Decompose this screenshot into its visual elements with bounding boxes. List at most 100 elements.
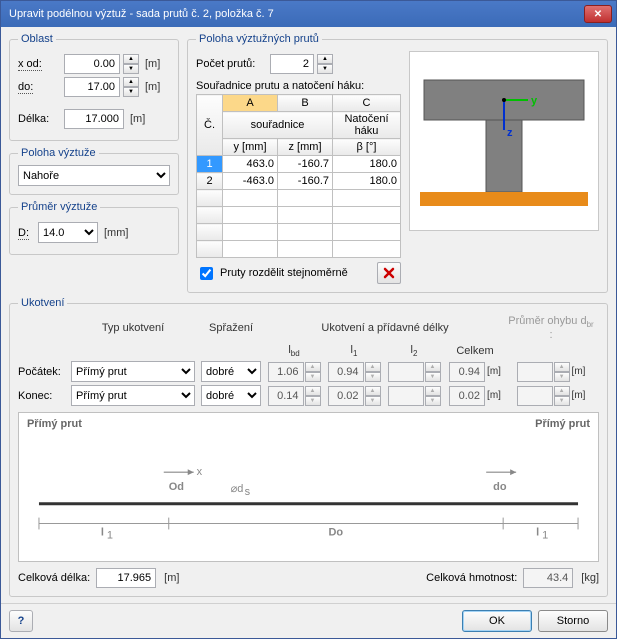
table-row[interactable] bbox=[197, 241, 401, 258]
do-label: do: bbox=[18, 81, 60, 93]
rozdelit-label: Pruty rozdělit stejnoměrně bbox=[220, 267, 348, 279]
svg-text:Do: Do bbox=[328, 527, 343, 539]
ukotveni-group: Ukotvení Typ ukotvení Spřažení Ukotvení … bbox=[9, 297, 608, 597]
table-row[interactable] bbox=[197, 207, 401, 224]
lbd-hdr: lbd bbox=[264, 344, 324, 358]
svg-text:z: z bbox=[507, 127, 513, 139]
konec-typ-select[interactable]: Přímý prut bbox=[71, 385, 195, 406]
prumer-ohybu-hdr: Průměr ohybu dbr : bbox=[506, 315, 596, 341]
do-spinner[interactable]: ▲▼ bbox=[123, 77, 139, 97]
delka-label: Délka: bbox=[18, 113, 60, 125]
ch-unit: [kg] bbox=[581, 572, 599, 584]
poloha-prutu-group: Poloha výztužných prutů Počet prutů: ▲▼ … bbox=[187, 33, 608, 293]
close-button[interactable]: ✕ bbox=[584, 5, 612, 23]
konec-label: Konec: bbox=[18, 390, 68, 402]
col-b[interactable]: B bbox=[278, 95, 333, 112]
spr-hdr: Spřažení bbox=[198, 322, 264, 334]
ok-button[interactable]: OK bbox=[462, 610, 532, 632]
d-unit: [mm] bbox=[104, 227, 128, 239]
anchorage-diagram: Přímý prut Přímý prut x Od do ⌀ds bbox=[18, 412, 599, 562]
poloha-prutu-legend: Poloha výztužných prutů bbox=[196, 33, 322, 45]
oblast-legend: Oblast bbox=[18, 33, 56, 45]
window-title: Upravit podélnou výztuž - sada prutů č. … bbox=[9, 8, 584, 20]
delka-input[interactable] bbox=[64, 109, 124, 129]
col-beta: β [°] bbox=[333, 139, 401, 156]
table-row[interactable] bbox=[197, 190, 401, 207]
titlebar: Upravit podélnou výztuž - sada prutů č. … bbox=[1, 1, 616, 27]
p-cel-input bbox=[449, 362, 485, 382]
pocet-input[interactable] bbox=[270, 54, 314, 74]
svg-text:l: l bbox=[536, 527, 539, 539]
k-l1-input bbox=[328, 386, 364, 406]
delka-unit: [m] bbox=[130, 113, 145, 125]
table-row[interactable]: 1 463.0 -160.7 180.0 bbox=[197, 156, 401, 173]
pocet-spinner[interactable]: ▲▼ bbox=[317, 54, 333, 74]
x-od-unit: [m] bbox=[145, 58, 160, 70]
poloha-v-select[interactable]: Nahoře bbox=[18, 165, 170, 186]
x-icon bbox=[382, 266, 396, 280]
typ-hdr: Typ ukotvení bbox=[68, 322, 198, 334]
prumer-legend: Průměr výztuže bbox=[18, 201, 100, 213]
x-od-spinner[interactable]: ▲▼ bbox=[123, 54, 139, 74]
k-dbr-input bbox=[517, 386, 553, 406]
help-button[interactable]: ? bbox=[9, 610, 33, 632]
delete-button[interactable] bbox=[377, 262, 401, 284]
k-l2-input bbox=[388, 386, 424, 406]
ch-label: Celková hmotnost: bbox=[426, 572, 517, 584]
svg-text:s: s bbox=[245, 486, 251, 498]
celkem-hdr: Celkem bbox=[444, 345, 506, 357]
p-dbr-input bbox=[517, 362, 553, 382]
cd-label: Celková délka: bbox=[18, 572, 90, 584]
x-od-label: x od: bbox=[18, 58, 60, 70]
storno-button[interactable]: Storno bbox=[538, 610, 608, 632]
col-c: Č. bbox=[197, 95, 223, 156]
svg-text:1: 1 bbox=[107, 530, 113, 542]
button-bar: ? OK Storno bbox=[1, 603, 616, 638]
svg-text:x: x bbox=[197, 467, 203, 479]
group-hdr: Ukotvení a přídavné délky bbox=[264, 322, 506, 334]
do-input[interactable] bbox=[64, 77, 120, 97]
col-sour: souřadnice bbox=[223, 112, 333, 139]
sour-label: Souřadnice prutu a natočení háku: bbox=[196, 80, 401, 92]
dialog-window: Upravit podélnou výztuž - sada prutů č. … bbox=[0, 0, 617, 639]
svg-text:1: 1 bbox=[542, 530, 548, 542]
col-y: y [mm] bbox=[223, 139, 278, 156]
svg-text:⌀d: ⌀d bbox=[231, 483, 244, 495]
p-l2-input bbox=[388, 362, 424, 382]
table-row[interactable]: 2 -463.0 -160.7 180.0 bbox=[197, 173, 401, 190]
pocatek-spr-select[interactable]: dobré bbox=[201, 361, 261, 382]
pocatek-label: Počátek: bbox=[18, 366, 68, 378]
p-lbd-input bbox=[268, 362, 304, 382]
do-unit: [m] bbox=[145, 81, 160, 93]
pocet-label: Počet prutů: bbox=[196, 58, 266, 70]
cd-value bbox=[96, 568, 156, 588]
svg-text:Od: Od bbox=[169, 481, 184, 493]
x-od-input[interactable] bbox=[64, 54, 120, 74]
poloha-v-legend: Poloha výztuže bbox=[18, 147, 99, 159]
k-cel-input bbox=[449, 386, 485, 406]
l2-hdr: l2 bbox=[384, 344, 444, 358]
rozdelit-checkbox[interactable] bbox=[200, 267, 213, 280]
svg-text:y: y bbox=[531, 95, 538, 107]
pocatek-typ-select[interactable]: Přímý prut bbox=[71, 361, 195, 382]
col-cc[interactable]: C bbox=[333, 95, 401, 112]
ch-value bbox=[523, 568, 573, 588]
ukotveni-legend: Ukotvení bbox=[18, 297, 67, 309]
d-label: D: bbox=[18, 227, 34, 239]
diag-right-label: Přímý prut bbox=[535, 418, 590, 430]
svg-text:l: l bbox=[101, 527, 104, 539]
k-lbd-input bbox=[268, 386, 304, 406]
l1-hdr: l1 bbox=[324, 344, 384, 358]
svg-text:do: do bbox=[493, 481, 507, 493]
d-select[interactable]: 14.0 bbox=[38, 222, 98, 243]
section-preview: y z bbox=[409, 51, 599, 231]
col-a[interactable]: A bbox=[223, 95, 278, 112]
col-z: z [mm] bbox=[278, 139, 333, 156]
cd-unit: [m] bbox=[164, 572, 179, 584]
coords-table[interactable]: Č. A B C souřadnice Natočení háku bbox=[196, 94, 401, 258]
oblast-group: Oblast x od: ▲▼ [m] do: ▲▼ [m] bbox=[9, 33, 179, 141]
prumer-group: Průměr výztuže D: 14.0 [mm] bbox=[9, 201, 179, 255]
diag-left-label: Přímý prut bbox=[27, 418, 82, 430]
konec-spr-select[interactable]: dobré bbox=[201, 385, 261, 406]
table-row[interactable] bbox=[197, 224, 401, 241]
